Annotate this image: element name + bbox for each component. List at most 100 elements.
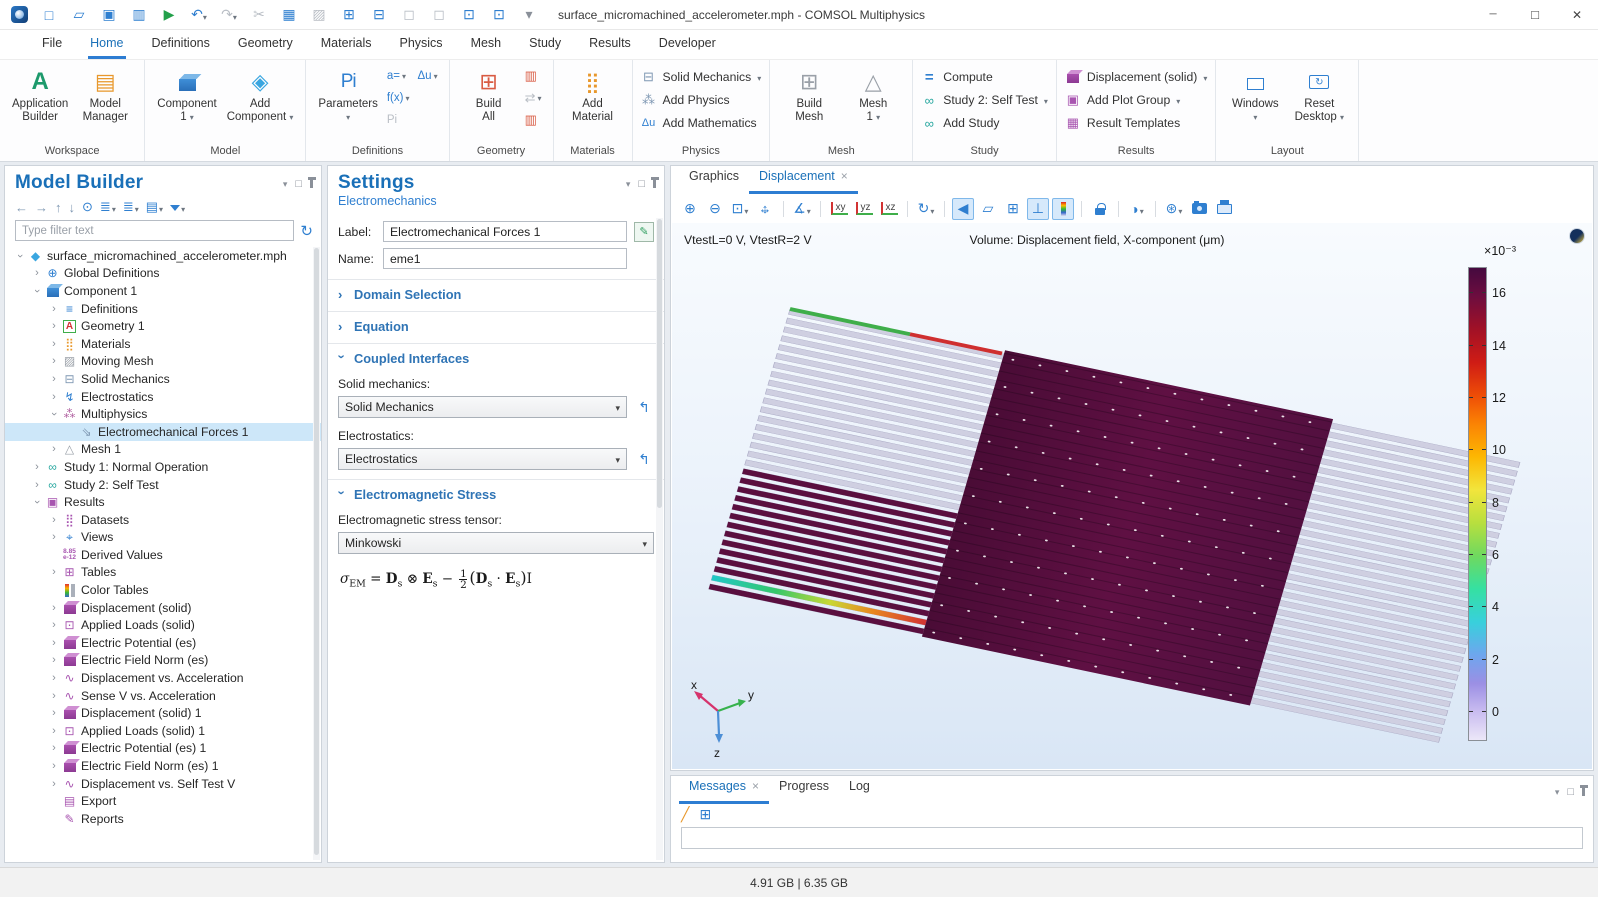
- tree-item-applied-loads-solid[interactable]: ›⊡Applied Loads (solid): [5, 616, 321, 634]
- study-2-select[interactable]: ∞Study 2: Self Test: [921, 89, 1048, 111]
- cut-button[interactable]: ✂: [246, 3, 272, 27]
- expander-closed-icon[interactable]: ›: [47, 760, 61, 772]
- menu-study[interactable]: Study: [527, 30, 563, 59]
- wireframe-button[interactable]: ⊞: [1002, 198, 1024, 220]
- delete-button[interactable]: ⊟: [366, 3, 392, 27]
- solid-mechanics-select[interactable]: ⊟Solid Mechanics: [641, 66, 762, 88]
- zoom-out-button[interactable]: ⊖: [704, 198, 726, 220]
- comsol-logo-button[interactable]: [6, 3, 32, 27]
- expander-closed-icon[interactable]: ›: [47, 391, 61, 403]
- tree-item-displacement-vs-acceleration[interactable]: ›∿Displacement vs. Acceleration: [5, 669, 321, 687]
- parameters-button[interactable]: PiParameters: [314, 64, 381, 126]
- node-group-button[interactable]: ▤: [146, 199, 163, 215]
- tree-item-datasets[interactable]: ›⣿Datasets: [5, 511, 321, 529]
- view-yz-button[interactable]: yz: [853, 198, 875, 220]
- section-coupled-interfaces[interactable]: ›Coupled Interfaces: [328, 343, 664, 368]
- open-in-window-button[interactable]: ⊞: [699, 806, 711, 823]
- run-button[interactable]: ▶: [156, 3, 182, 27]
- expander-closed-icon[interactable]: ›: [47, 742, 61, 754]
- tree-item-study-2-self-test[interactable]: ›∞Study 2: Self Test: [5, 476, 321, 494]
- menu-file[interactable]: File: [40, 30, 64, 59]
- snapshot-button[interactable]: [1188, 198, 1210, 220]
- build-all-button[interactable]: ⊞BuildAll: [458, 64, 520, 126]
- expander-closed-icon[interactable]: ›: [47, 531, 61, 543]
- tree-item-geometry-1[interactable]: ›AGeometry 1: [5, 317, 321, 335]
- expander-closed-icon[interactable]: ›: [47, 690, 61, 702]
- expander-closed-icon[interactable]: ›: [47, 707, 61, 719]
- tree-item-color-tables[interactable]: Color Tables: [5, 581, 321, 599]
- menu-results[interactable]: Results: [587, 30, 633, 59]
- expander-open-icon[interactable]: ›: [31, 495, 43, 509]
- save-button[interactable]: ▣: [96, 3, 122, 27]
- menu-developer[interactable]: Developer: [657, 30, 718, 59]
- expand-all-button[interactable]: ≣: [123, 199, 139, 215]
- axes-toggle-button[interactable]: ⊥: [1027, 198, 1049, 220]
- rebuild-button[interactable]: ⇄: [522, 88, 545, 107]
- tree-item-sense-v-vs-acceleration[interactable]: ›∿Sense V vs. Acceleration: [5, 687, 321, 705]
- menu-geometry[interactable]: Geometry: [236, 30, 295, 59]
- expander-closed-icon[interactable]: ›: [30, 461, 44, 473]
- scrollbar[interactable]: [313, 247, 320, 860]
- expander-closed-icon[interactable]: ›: [47, 725, 61, 737]
- legend-toggle-button[interactable]: [1052, 198, 1074, 220]
- expander-closed-icon[interactable]: ›: [47, 637, 61, 649]
- expander-closed-icon[interactable]: ›: [47, 303, 61, 315]
- filter-input[interactable]: [15, 220, 294, 241]
- insert-sequence-button[interactable]: ▥: [522, 66, 545, 85]
- go-forward-button[interactable]: →: [35, 200, 48, 215]
- open-button[interactable]: ▱: [66, 3, 92, 27]
- paste-button[interactable]: ▨: [306, 3, 332, 27]
- expander-closed-icon[interactable]: ›: [47, 619, 61, 631]
- collapse-all-button[interactable]: ≣: [100, 199, 116, 215]
- color-theme-button[interactable]: ◑: [1126, 198, 1148, 220]
- panel-menu-icon[interactable]: [626, 176, 631, 190]
- tree-item-reports[interactable]: ✎Reports: [5, 810, 321, 828]
- tree-item-study-1-normal-operation[interactable]: ›∞Study 1: Normal Operation: [5, 458, 321, 476]
- result-templates-button[interactable]: ▦Result Templates: [1065, 112, 1207, 134]
- tree-item-materials[interactable]: ›⣿Materials: [5, 335, 321, 353]
- model-manager-button[interactable]: ▤ModelManager: [74, 64, 136, 126]
- build-mesh-button[interactable]: ⊞BuildMesh: [778, 64, 840, 126]
- add-study-button[interactable]: ∞Add Study: [921, 112, 1048, 134]
- panel-menu-icon[interactable]: [1555, 784, 1560, 798]
- section-equation[interactable]: ›Equation: [328, 311, 664, 336]
- panel-pin-icon[interactable]: [310, 180, 313, 188]
- maximize-button[interactable]: [1514, 0, 1556, 30]
- duplicate-button[interactable]: ⊞: [336, 3, 362, 27]
- plot-area[interactable]: VtestL=0 V, VtestR=2 V Volume: Displacem…: [672, 223, 1592, 769]
- deselect-frame-button[interactable]: ◻: [426, 3, 452, 27]
- go-back-button[interactable]: ←: [15, 200, 28, 215]
- preview-button[interactable]: ⊡: [456, 3, 482, 27]
- move-up-button[interactable]: ↑: [55, 200, 62, 215]
- graphics-tab-graphics[interactable]: Graphics: [679, 166, 749, 194]
- geometry-parts-button[interactable]: ▥: [522, 110, 545, 129]
- tree-item-multiphysics[interactable]: ›⁂Multiphysics: [5, 405, 321, 423]
- clear-messages-button[interactable]: ╱: [681, 806, 689, 823]
- expander-open-icon[interactable]: ›: [14, 249, 26, 263]
- close-tab-icon[interactable]: [752, 779, 759, 793]
- add-component-button[interactable]: ◈AddComponent: [223, 64, 298, 126]
- qat-more-button[interactable]: ▾: [516, 3, 542, 27]
- environment-button[interactable]: ⊛: [1163, 198, 1185, 220]
- parameter-case-button[interactable]: Pi: [384, 110, 413, 129]
- filter-button[interactable]: [170, 200, 185, 215]
- tree-item-views[interactable]: ›⌖Views: [5, 529, 321, 547]
- messages-tab-progress[interactable]: Progress: [769, 776, 839, 804]
- scene-light-button[interactable]: ◀: [952, 198, 974, 220]
- tree-item-electromechanical-forces-1[interactable]: ⇘Electromechanical Forces 1: [5, 423, 321, 441]
- add-plot-group-button[interactable]: ▣Add Plot Group: [1065, 89, 1207, 111]
- application-builder-button[interactable]: AApplicationBuilder: [8, 64, 72, 126]
- label-field[interactable]: [383, 221, 627, 242]
- tree-item-surface-micromachined-accelerometer-mph[interactable]: ›◆surface_micromachined_accelerometer.mp…: [5, 247, 321, 265]
- tree-item-moving-mesh[interactable]: ›▨Moving Mesh: [5, 353, 321, 371]
- messages-tab-log[interactable]: Log: [839, 776, 880, 804]
- tree-item-displacement-vs-self-test-v[interactable]: ›∿Displacement vs. Self Test V: [5, 775, 321, 793]
- expander-closed-icon[interactable]: ›: [47, 654, 61, 666]
- expander-closed-icon[interactable]: ›: [47, 566, 61, 578]
- show-options-button[interactable]: ⊙: [82, 199, 93, 215]
- menu-mesh[interactable]: Mesh: [469, 30, 504, 59]
- tree-item-applied-loads-solid-1[interactable]: ›⊡Applied Loads (solid) 1: [5, 722, 321, 740]
- add-physics-button[interactable]: ⁂Add Physics: [641, 89, 762, 111]
- tree-item-electric-field-norm-es-1[interactable]: ›Electric Field Norm (es) 1: [5, 757, 321, 775]
- add-material-button[interactable]: ⣿AddMaterial: [562, 64, 624, 126]
